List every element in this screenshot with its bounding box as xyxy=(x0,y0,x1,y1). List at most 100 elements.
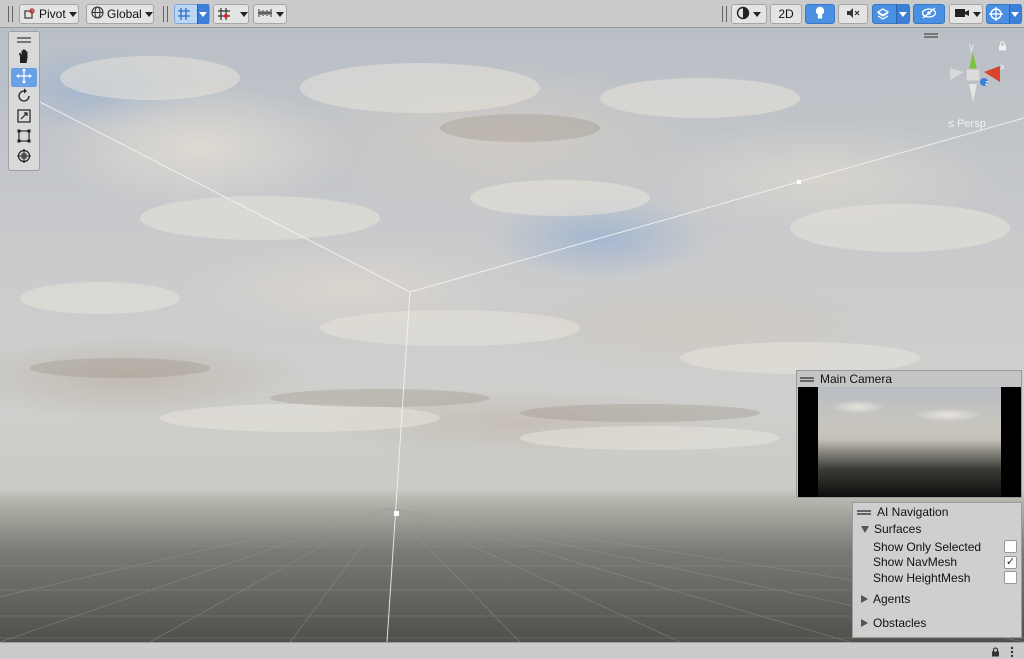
toolbar-grip[interactable] xyxy=(722,6,727,22)
pivot-icon xyxy=(24,7,36,22)
gizmo-center-cube[interactable] xyxy=(965,68,981,82)
toolbar-grip[interactable] xyxy=(8,6,13,22)
camera-preview-overlay: Main Camera xyxy=(796,370,1022,498)
ruler-icon xyxy=(257,7,273,22)
more-options-icon[interactable] xyxy=(1010,646,1014,659)
lighting-toggle[interactable] xyxy=(805,4,835,24)
gizmo-y-label: y xyxy=(969,42,974,53)
triangle-right-icon xyxy=(861,618,868,627)
gizmo-x-label: x xyxy=(1000,62,1004,73)
globe-icon xyxy=(91,6,104,22)
y-axis-cone[interactable] xyxy=(969,52,977,70)
chevron-down-icon xyxy=(1011,11,1020,17)
ruler-dropdown[interactable] xyxy=(253,4,287,24)
ai-navigation-title: AI Navigation xyxy=(877,505,949,519)
triangle-down-icon xyxy=(861,525,869,533)
hidden-objects-toggle[interactable] xyxy=(913,4,945,24)
neg-y-cone[interactable] xyxy=(969,84,977,102)
chevron-down-icon xyxy=(899,11,908,17)
lighting-icon xyxy=(814,6,826,23)
ai-navigation-header[interactable]: AI Navigation xyxy=(853,503,1021,521)
grid-snap-icon xyxy=(175,7,194,21)
checkmark-icon: ✓ xyxy=(1005,555,1016,568)
camera-dropdown[interactable] xyxy=(949,4,983,24)
camera-preview-view xyxy=(798,387,1021,497)
transform-icon xyxy=(16,148,32,167)
surfaces-foldout[interactable]: Surfaces xyxy=(853,521,1021,537)
camera-icon xyxy=(954,7,970,22)
overlay-grip[interactable] xyxy=(857,509,871,515)
grid-snap-menu[interactable] xyxy=(196,4,209,24)
move-tool-button[interactable] xyxy=(11,68,37,87)
effects-icon xyxy=(873,7,893,21)
hand-tool-button[interactable] xyxy=(11,48,37,67)
gizmo-z-label: z xyxy=(985,80,989,87)
surfaces-label: Surfaces xyxy=(874,522,922,536)
status-bar xyxy=(0,642,1024,659)
chevron-down-icon xyxy=(68,11,77,17)
chevron-down-icon xyxy=(973,11,981,17)
ai-navigation-overlay: AI Navigation Surfaces Show Only Selecte… xyxy=(852,502,1022,638)
audio-mute-icon xyxy=(846,7,860,22)
scale-tool-button[interactable] xyxy=(11,108,37,127)
effects-toggle[interactable] xyxy=(872,4,910,24)
draw-mode-icon xyxy=(736,6,750,23)
camera-preview-image xyxy=(818,387,1001,497)
chevron-down-icon xyxy=(240,11,248,17)
option-label: Show Only Selected xyxy=(873,539,982,554)
audio-toggle[interactable] xyxy=(838,4,868,24)
option-row-show-navmesh: Show NavMesh ✓ xyxy=(853,555,1021,571)
global-label: Global xyxy=(107,7,142,21)
pivot-label: Pivot xyxy=(39,7,66,21)
rotate-tool-button[interactable] xyxy=(11,88,37,107)
chevron-down-icon xyxy=(199,11,208,17)
increment-snap-toggle[interactable] xyxy=(213,4,249,24)
hidden-objects-icon xyxy=(921,7,937,22)
2d-label: 2D xyxy=(778,7,794,21)
obstacles-label: Obstacles xyxy=(873,615,927,630)
palette-grip[interactable] xyxy=(17,37,31,43)
show-navmesh-checkbox[interactable]: ✓ xyxy=(1004,555,1017,569)
gizmos-toggle[interactable] xyxy=(986,4,1022,24)
gizmos-icon xyxy=(987,7,1006,21)
chevron-down-icon xyxy=(276,11,284,17)
gizmo-handle[interactable] xyxy=(394,511,399,516)
option-row-show-only-selected: Show Only Selected xyxy=(853,539,1021,555)
tools-palette xyxy=(8,31,40,171)
scale-icon xyxy=(16,108,32,127)
move-icon xyxy=(16,68,32,87)
toolbar-grip[interactable] xyxy=(163,6,168,22)
rect-transform-icon xyxy=(16,128,32,147)
scene-toolbar: Pivot Global 2D xyxy=(0,0,1024,28)
orientation-gizmo[interactable]: y x z xyxy=(944,40,1005,110)
gizmo-handle[interactable] xyxy=(797,180,801,184)
camera-preview-header[interactable]: Main Camera xyxy=(797,371,1021,387)
grid-snap-toggle[interactable] xyxy=(174,4,210,24)
gizmos-menu[interactable] xyxy=(1008,4,1021,24)
overlay-grip[interactable] xyxy=(800,376,814,382)
increment-snap-icon xyxy=(214,7,234,21)
chevron-down-icon xyxy=(144,11,153,17)
show-only-selected-checkbox[interactable] xyxy=(1004,540,1017,553)
agents-foldout[interactable]: Agents xyxy=(853,591,1021,607)
draw-mode-dropdown[interactable] xyxy=(731,4,767,24)
rect-tool-button[interactable] xyxy=(11,128,37,147)
agents-label: Agents xyxy=(873,591,911,606)
lock-icon[interactable] xyxy=(991,646,1000,659)
option-label: Show HeightMesh xyxy=(873,570,971,585)
rotate-icon xyxy=(16,88,32,107)
gizmo-grip[interactable] xyxy=(924,33,938,38)
chevron-down-icon xyxy=(753,11,761,17)
effects-menu[interactable] xyxy=(896,4,909,24)
global-dropdown[interactable]: Global xyxy=(86,4,154,24)
pivot-dropdown[interactable]: Pivot xyxy=(19,4,79,24)
option-row-show-heightmesh: Show HeightMesh xyxy=(853,570,1021,586)
transform-tool-button[interactable] xyxy=(11,148,37,167)
show-heightmesh-checkbox[interactable] xyxy=(1004,571,1017,584)
obstacles-foldout[interactable]: Obstacles xyxy=(853,615,1021,631)
2d-toggle[interactable]: 2D xyxy=(770,4,802,24)
hand-icon xyxy=(16,48,32,67)
projection-label[interactable]: ≤ Persp xyxy=(948,118,986,130)
neg-x-cone[interactable] xyxy=(950,68,964,80)
option-label: Show NavMesh xyxy=(873,555,958,570)
